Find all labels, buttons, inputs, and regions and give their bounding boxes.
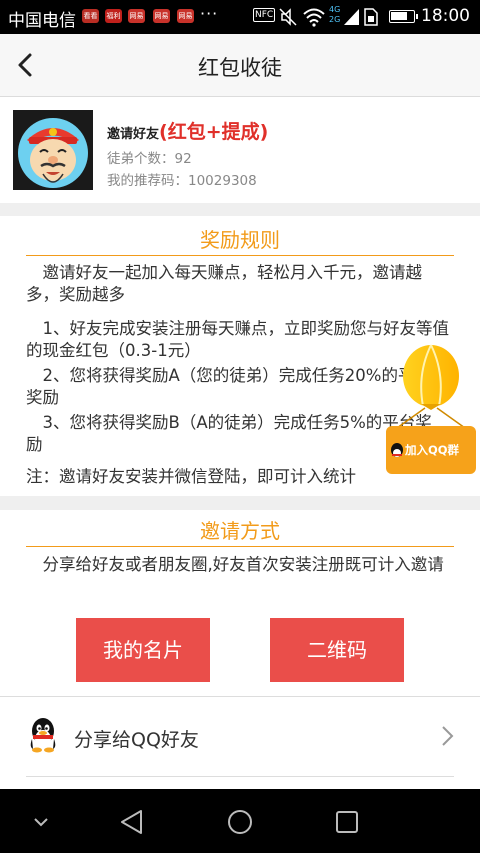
section-divider [0,496,480,510]
status-bar: 中国电信 看看 福利 网易 网易 网易 ··· NFC 4G 2G 18:00 [0,0,480,34]
rules-intro: 邀请好友一起加入每天赚点，轻松月入千元，邀请越多，奖励越多 [26,263,422,304]
profile-card: 邀请好友(红包+提成) 徒弟个数：92 我的推荐码：10029308 [0,97,480,203]
share-qq-friends[interactable]: 分享给QQ好友 [0,697,480,777]
rule-item-2: 2、您将获得奖励A（您的徒弟）完成任务20%的平台奖励 [26,366,431,407]
invite-title: 邀请方式 [26,515,454,547]
wifi-icon [303,8,325,27]
qrcode-button[interactable]: 二维码 [270,618,404,682]
battery-level [391,12,407,20]
referral-code: 我的推荐码：10029308 [107,173,257,189]
hide-keyboard-icon[interactable] [26,807,56,837]
section-divider [0,203,480,216]
app-header: 红包收徒 [0,34,480,97]
chevron-right-icon [442,726,454,746]
invite-highlight: (红包+提成) [159,121,269,143]
clock: 18:00 [421,6,470,26]
nav-back-icon[interactable] [117,807,147,837]
rules-title: 奖励规则 [26,224,454,256]
system-navigation-bar [0,789,480,853]
signal-icon [344,9,359,25]
nfc-icon: NFC [253,8,276,22]
notification-icon: 网易 [153,9,170,23]
mute-icon [279,8,297,26]
notification-icon: 福利 [105,9,122,23]
notification-icon: 看看 [82,9,99,23]
apprentice-count: 徒弟个数：92 [107,151,192,167]
share-qq-label: 分享给QQ好友 [74,729,199,751]
nav-recents-icon[interactable] [332,807,362,837]
network-type-label: 4G 2G [329,5,341,24]
nav-home-icon[interactable] [225,807,255,837]
battery-icon [389,10,418,23]
my-card-button[interactable]: 我的名片 [76,618,210,682]
rule-item-3: 3、您将获得奖励B（A的徒弟）完成任务5%的平台奖励 [26,413,432,454]
join-qq-group-balloon[interactable]: 加入QQ群 [383,344,479,478]
qq-penguin-icon [30,718,56,753]
avatar [13,110,93,190]
invite-headline: 邀请好友(红包+提成) [107,117,268,144]
carrier-name: 中国电信 [8,11,76,31]
page-title: 红包收徒 [198,56,282,80]
divider [26,776,454,777]
invite-prefix: 邀请好友 [107,127,160,142]
sim-icon [364,8,378,26]
join-qq-group-label: 加入QQ群 [405,443,460,457]
notification-icon: 网易 [128,9,145,23]
more-notifications-icon: ··· [200,4,219,23]
notification-icon: 网易 [177,9,194,23]
invite-description: 分享给好友或者朋友圈,好友首次安装注册既可计入邀请 [26,555,444,574]
